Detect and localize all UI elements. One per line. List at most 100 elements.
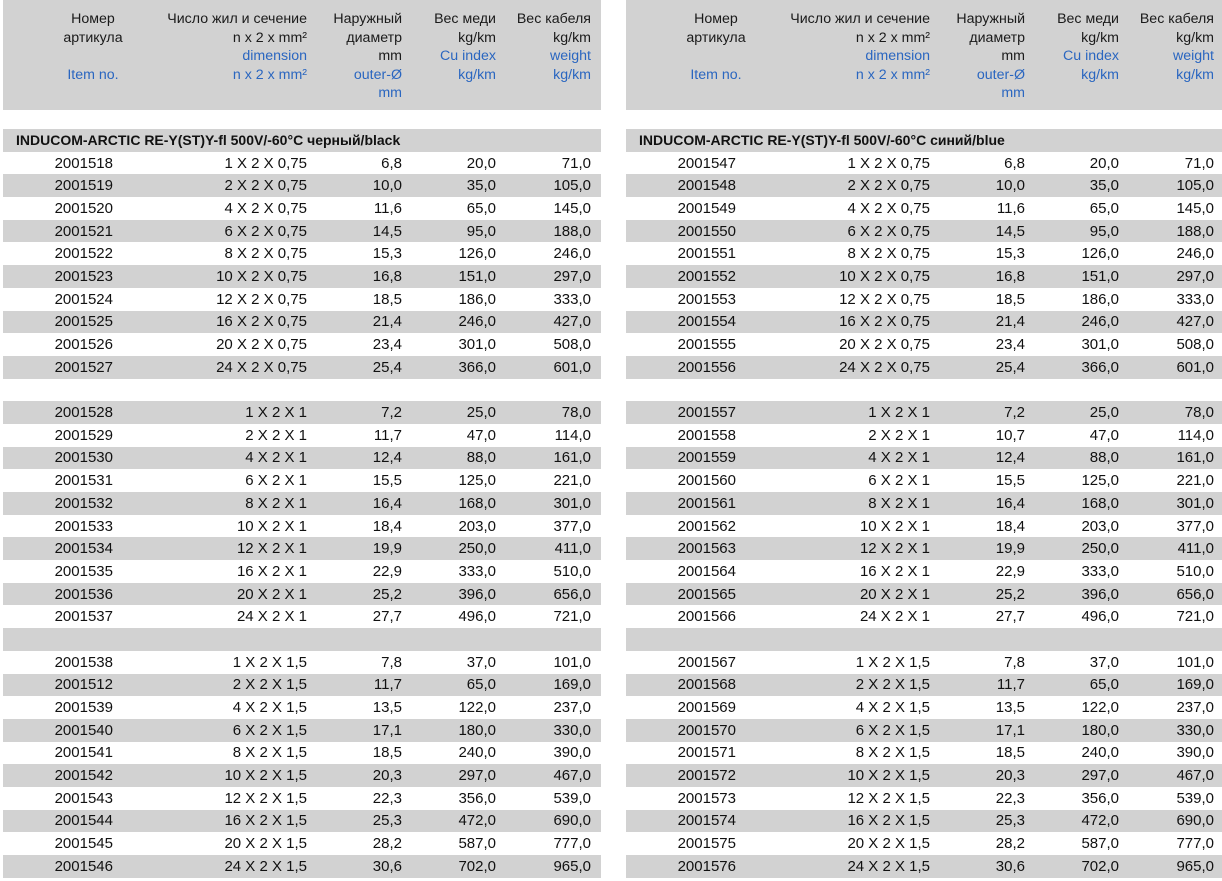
cell-outer-diameter: 16,8 bbox=[995, 267, 1025, 285]
table-row: 2001539 4 X 2 X 1,5 13,5 122,0 237,0 bbox=[3, 696, 601, 719]
cell-cu-index: 186,0 bbox=[458, 290, 496, 308]
cell-item-no: 2001525 bbox=[54, 313, 113, 331]
cell-weight: 333,0 bbox=[1176, 290, 1214, 308]
header-cu-index: Вес меди kg/km Cu index kg/km bbox=[402, 10, 496, 84]
cell-cu-index: 122,0 bbox=[458, 699, 496, 717]
cell-cu-index: 151,0 bbox=[458, 267, 496, 285]
cell-dimension: 6 X 2 X 1 bbox=[245, 472, 307, 490]
cell-dimension: 10 X 2 X 0,75 bbox=[839, 267, 930, 285]
cell-item-no: 2001519 bbox=[54, 177, 113, 195]
cell-dimension: 8 X 2 X 1,5 bbox=[855, 744, 930, 762]
cell-cu-index: 20,0 bbox=[466, 154, 496, 172]
cell-item-no: 2001573 bbox=[677, 789, 736, 807]
header-label-ru: mm bbox=[1001, 48, 1025, 64]
cell-outer-diameter: 20,3 bbox=[995, 767, 1025, 785]
cell-item-no: 2001564 bbox=[677, 562, 736, 580]
cell-outer-diameter: 12,4 bbox=[995, 449, 1025, 467]
cell-outer-diameter: 18,4 bbox=[995, 517, 1025, 535]
cell-dimension: 1 X 2 X 1,5 bbox=[855, 653, 930, 671]
table-row: 2001566 24 X 2 X 1 27,7 496,0 721,0 bbox=[626, 605, 1222, 628]
cell-outer-diameter: 7,8 bbox=[381, 653, 402, 671]
table-row: 2001532 8 X 2 X 1 16,4 168,0 301,0 bbox=[3, 492, 601, 515]
cell-outer-diameter: 11,7 bbox=[996, 676, 1025, 694]
cell-weight: 301,0 bbox=[553, 494, 591, 512]
cell-dimension: 20 X 2 X 1,5 bbox=[224, 835, 307, 853]
cell-dimension: 16 X 2 X 1,5 bbox=[847, 812, 930, 830]
header-label-en: n x 2 x mm² bbox=[232, 66, 307, 83]
cell-dimension: 10 X 2 X 0,75 bbox=[216, 267, 307, 285]
cell-cu-index: 37,0 bbox=[1089, 653, 1119, 671]
cell-weight: 169,0 bbox=[1176, 676, 1214, 694]
cell-dimension: 24 X 2 X 1 bbox=[859, 608, 930, 626]
header-label-en bbox=[656, 47, 776, 66]
cell-outer-diameter: 22,9 bbox=[995, 562, 1025, 580]
cell-item-no: 2001541 bbox=[54, 744, 113, 762]
cell-item-no: 2001560 bbox=[677, 472, 736, 490]
header-label-ru: Вес меди bbox=[434, 11, 496, 27]
table-row: 2001538 1 X 2 X 1,5 7,8 37,0 101,0 bbox=[3, 651, 601, 674]
cell-cu-index: 47,0 bbox=[466, 426, 496, 444]
cell-outer-diameter: 15,5 bbox=[372, 472, 402, 490]
cell-outer-diameter: 25,3 bbox=[372, 812, 402, 830]
cell-outer-diameter: 25,2 bbox=[995, 585, 1025, 603]
cell-cu-index: 88,0 bbox=[1089, 449, 1119, 467]
cell-weight: 161,0 bbox=[553, 449, 591, 467]
cell-dimension: 2 X 2 X 0,75 bbox=[224, 177, 307, 195]
table-row: 2001558 2 X 2 X 1 10,7 47,0 114,0 bbox=[626, 424, 1222, 447]
cell-dimension: 2 X 2 X 1,5 bbox=[855, 676, 930, 694]
header-label-ru: Число жил и сечение bbox=[167, 11, 307, 27]
cell-outer-diameter: 30,6 bbox=[372, 857, 402, 875]
cell-item-no: 2001556 bbox=[677, 358, 736, 376]
cell-weight: 390,0 bbox=[1176, 744, 1214, 762]
cell-outer-diameter: 14,5 bbox=[995, 222, 1025, 240]
header-dimension: Число жил и сечение n x 2 x mm² dimension n… bbox=[776, 10, 930, 84]
cell-outer-diameter: 25,4 bbox=[372, 358, 402, 376]
cell-item-no: 2001576 bbox=[677, 857, 736, 875]
cell-weight: 601,0 bbox=[1176, 358, 1214, 376]
header-label-en: outer-Ø bbox=[353, 66, 402, 83]
cell-outer-diameter: 21,4 bbox=[372, 313, 402, 331]
cell-outer-diameter: 15,5 bbox=[995, 472, 1025, 490]
table-row: 2001574 16 X 2 X 1,5 25,3 472,0 690,0 bbox=[626, 809, 1222, 833]
cell-cu-index: 35,0 bbox=[466, 177, 496, 195]
table-row: 2001518 1 X 2 X 0,75 6,8 20,0 71,0 bbox=[3, 152, 601, 175]
cell-weight: 78,0 bbox=[1184, 404, 1214, 422]
group-separator bbox=[626, 628, 1222, 651]
header-label-en: mm bbox=[378, 85, 402, 101]
cell-item-no: 2001522 bbox=[54, 245, 113, 263]
cell-dimension: 8 X 2 X 1,5 bbox=[232, 744, 307, 762]
cell-cu-index: 126,0 bbox=[1081, 245, 1119, 263]
cell-cu-index: 25,0 bbox=[466, 404, 496, 422]
table-row: 2001523 10 X 2 X 0,75 16,8 151,0 297,0 bbox=[3, 265, 601, 288]
cell-cu-index: 125,0 bbox=[458, 472, 496, 490]
cell-outer-diameter: 18,5 bbox=[995, 290, 1025, 308]
cell-cu-index: 250,0 bbox=[1081, 540, 1119, 558]
table-row: 2001560 6 X 2 X 1 15,5 125,0 221,0 bbox=[626, 469, 1222, 492]
cell-outer-diameter: 11,6 bbox=[373, 199, 402, 217]
cell-cu-index: 186,0 bbox=[1081, 290, 1119, 308]
group-separator bbox=[3, 379, 601, 402]
table-row: 2001520 4 X 2 X 0,75 11,6 65,0 145,0 bbox=[3, 197, 601, 220]
cell-dimension: 24 X 2 X 1,5 bbox=[847, 857, 930, 875]
header-outer-diameter: Наружный диаметр mm outer-Ø mm bbox=[307, 10, 402, 103]
table-row: 2001541 8 X 2 X 1,5 18,5 240,0 390,0 bbox=[3, 742, 601, 765]
cell-dimension: 16 X 2 X 0,75 bbox=[839, 313, 930, 331]
cell-dimension: 6 X 2 X 1 bbox=[868, 472, 930, 490]
cell-weight: 690,0 bbox=[553, 812, 591, 830]
cell-dimension: 1 X 2 X 0,75 bbox=[847, 154, 930, 172]
cell-weight: 301,0 bbox=[1176, 494, 1214, 512]
cell-dimension: 2 X 2 X 0,75 bbox=[847, 177, 930, 195]
header-item-no: Номер артикула Item no. bbox=[33, 10, 153, 84]
table-row: 2001548 2 X 2 X 0,75 10,0 35,0 105,0 bbox=[626, 174, 1222, 198]
cell-weight: 427,0 bbox=[553, 313, 591, 331]
cell-item-no: 2001571 bbox=[677, 744, 736, 762]
cell-outer-diameter: 7,2 bbox=[1004, 404, 1025, 422]
cell-cu-index: 587,0 bbox=[1081, 835, 1119, 853]
cell-dimension: 12 X 2 X 0,75 bbox=[839, 290, 930, 308]
cell-item-no: 2001558 bbox=[677, 426, 736, 444]
table-row: 2001524 12 X 2 X 0,75 18,5 186,0 333,0 bbox=[3, 288, 601, 311]
cell-cu-index: 126,0 bbox=[458, 245, 496, 263]
cell-cu-index: 25,0 bbox=[1089, 404, 1119, 422]
cell-outer-diameter: 10,7 bbox=[995, 426, 1025, 444]
cell-item-no: 2001531 bbox=[54, 472, 113, 490]
